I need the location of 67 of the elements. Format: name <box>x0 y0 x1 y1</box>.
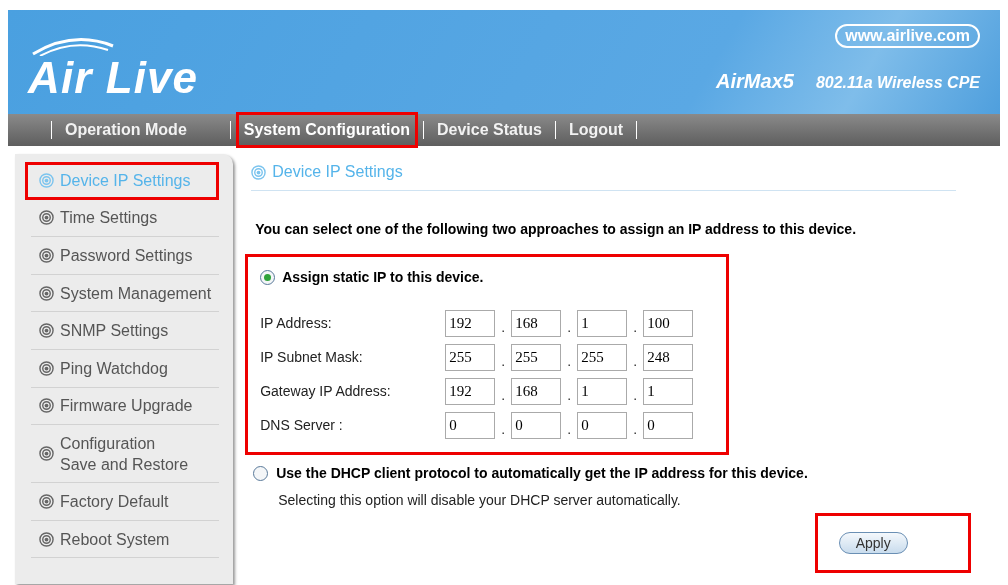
sidebar-item[interactable]: Configuration Save and Restore <box>31 425 220 484</box>
sidebar-item[interactable]: System Management <box>31 274 220 313</box>
octet-field[interactable]: 1 <box>643 377 694 405</box>
field-label: IP Address: <box>260 313 333 333</box>
sidebar-item[interactable]: Reboot System <box>31 520 220 559</box>
product-name: 802.11a Wireless CPE <box>815 73 980 93</box>
target-icon <box>39 248 54 263</box>
dot-separator: . <box>500 353 506 371</box>
octet-field[interactable]: 255 <box>445 343 496 371</box>
octet-field[interactable]: 0 <box>445 411 496 439</box>
nav-tab[interactable]: Device Status <box>429 112 550 148</box>
dot-separator: . <box>566 319 572 337</box>
octet-field[interactable]: 192 <box>445 377 496 405</box>
sidebar-item[interactable]: Firmware Upgrade <box>31 387 220 426</box>
target-icon <box>39 360 54 376</box>
nav-tab[interactable]: Operation Mode <box>57 112 195 148</box>
model-name: AirMax5 <box>716 69 794 94</box>
dhcp-note: Selecting this option will disable your DHCP server automatically. <box>278 491 682 510</box>
sidebar-item[interactable]: Time Settings <box>31 199 220 238</box>
target-icon <box>39 446 54 462</box>
dot-separator: . <box>566 353 572 371</box>
option-label: Use the DHCP client protocol to automatically get the IP address for this device. <box>276 464 808 483</box>
apply-button[interactable]: Apply <box>838 532 908 554</box>
octet-field[interactable]: 192 <box>445 309 496 337</box>
option-label: Assign static IP to this device. <box>282 268 484 287</box>
nav-tab[interactable]: Logout <box>560 112 632 148</box>
sidebar-item[interactable]: Factory Default <box>31 483 220 521</box>
sidebar-item[interactable]: SNMP Settings <box>31 312 220 350</box>
octet-field[interactable]: 168 <box>511 377 562 405</box>
dot-separator: . <box>566 387 572 405</box>
octet-field[interactable]: 1 <box>577 377 628 405</box>
target-icon <box>251 164 267 180</box>
sidebar-item[interactable]: Ping Watchdog <box>31 349 220 388</box>
field-label: DNS Server : <box>260 415 344 435</box>
radio-button[interactable] <box>253 466 269 481</box>
dot-separator: . <box>632 353 638 371</box>
radio-button[interactable] <box>260 270 276 285</box>
sidebar-item[interactable]: Password Settings <box>31 237 220 275</box>
octet-field[interactable]: 255 <box>577 343 628 371</box>
dot-separator: . <box>632 319 638 337</box>
target-icon <box>39 210 54 226</box>
octet-field[interactable]: 0 <box>577 411 628 439</box>
octet-field[interactable]: 100 <box>643 309 694 337</box>
target-icon <box>39 531 54 547</box>
target-icon <box>39 323 54 339</box>
dot-separator: . <box>500 387 506 405</box>
dot-separator: . <box>632 421 638 439</box>
field-label: Gateway IP Address: <box>260 381 392 401</box>
octet-field[interactable]: 0 <box>643 411 694 439</box>
octet-field[interactable]: 248 <box>643 343 694 371</box>
dot-separator: . <box>500 319 506 337</box>
logo-text: Air Live <box>28 56 199 100</box>
target-icon <box>39 285 54 301</box>
octet-field[interactable]: 255 <box>511 343 562 371</box>
octet-field[interactable]: 1 <box>577 309 628 337</box>
target-icon <box>39 398 54 414</box>
field-label: IP Subnet Mask: <box>260 347 364 367</box>
section-title: Device IP Settings <box>251 160 957 191</box>
intro-text: You can select one of the following two approaches to assign an IP address to this device. <box>255 220 858 239</box>
octet-field[interactable]: 0 <box>511 411 562 439</box>
nav-tab[interactable]: System Configuration <box>235 112 418 148</box>
octet-field[interactable]: 168 <box>511 309 562 337</box>
target-icon <box>39 173 54 189</box>
target-icon <box>39 493 54 509</box>
dot-separator: . <box>632 387 638 405</box>
dot-separator: . <box>500 421 506 439</box>
dot-separator: . <box>566 421 572 439</box>
